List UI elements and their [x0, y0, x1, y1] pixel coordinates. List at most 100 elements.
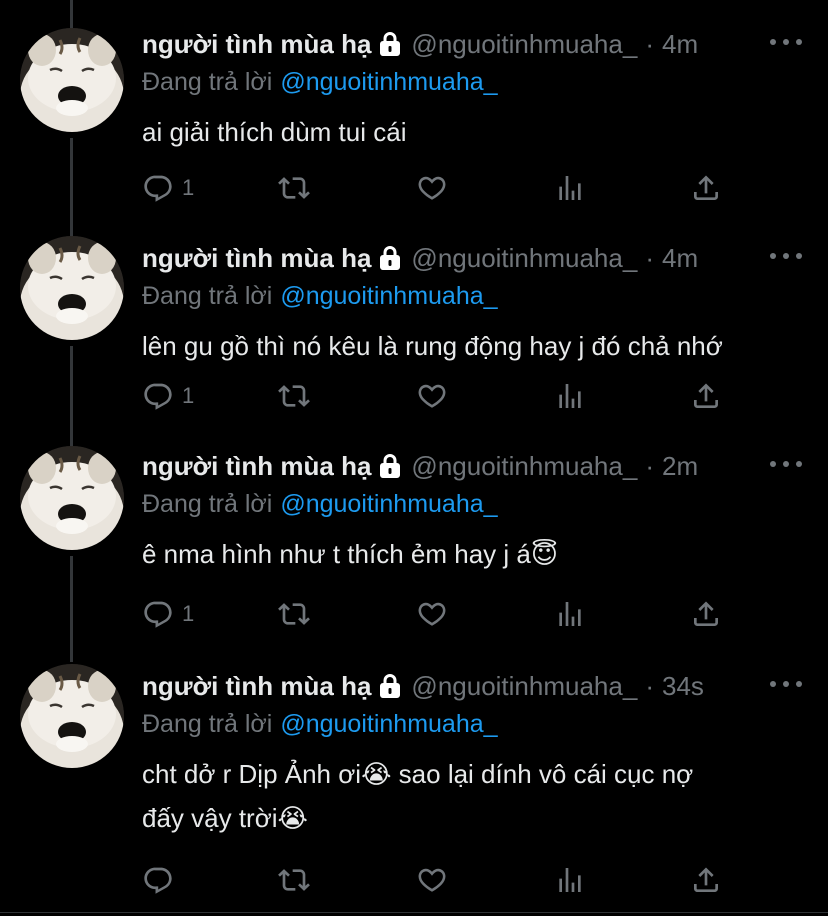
- user-handle[interactable]: @nguoitinhmuaha_: [411, 243, 637, 274]
- thread-connector: [70, 346, 73, 446]
- lock-icon: [379, 245, 401, 271]
- analytics-button[interactable]: [554, 596, 586, 632]
- user-handle[interactable]: @nguoitinhmuaha_: [411, 671, 637, 702]
- avatar[interactable]: [20, 28, 124, 132]
- reply-button[interactable]: 1: [142, 378, 194, 414]
- tweet-actions: [142, 862, 742, 898]
- timestamp[interactable]: 4m: [662, 243, 698, 274]
- tweet-actions: 1: [142, 170, 742, 206]
- heart-icon: [416, 380, 448, 412]
- replying-to-handle[interactable]: @nguoitinhmuaha_: [280, 68, 497, 96]
- avatar[interactable]: [20, 236, 124, 340]
- retweet-icon: [278, 380, 310, 412]
- divider: [0, 912, 828, 913]
- thread-connector: [70, 138, 73, 236]
- display-name[interactable]: người tình mùa hạ: [142, 243, 371, 274]
- replying-to-label: Đang trả lời: [142, 68, 273, 96]
- share-button[interactable]: [690, 862, 722, 898]
- reply-icon: [142, 598, 174, 630]
- replying-to-handle[interactable]: @nguoitinhmuaha_: [280, 490, 497, 518]
- share-button[interactable]: [690, 170, 722, 206]
- more-icon[interactable]: [770, 670, 802, 698]
- retweet-button[interactable]: [278, 862, 310, 898]
- analytics-icon: [554, 864, 586, 896]
- like-button[interactable]: [416, 596, 448, 632]
- more-icon[interactable]: [770, 450, 802, 478]
- heart-icon: [416, 598, 448, 630]
- tweet-actions: 1: [142, 378, 742, 414]
- lock-icon: [379, 453, 401, 479]
- thread-connector: [70, 556, 73, 662]
- reply-icon: [142, 172, 174, 204]
- share-icon: [690, 598, 722, 630]
- tweet-header: người tình mùa hạ @nguoitinhmuaha_ · 4m: [142, 24, 698, 64]
- analytics-icon: [554, 172, 586, 204]
- analytics-button[interactable]: [554, 862, 586, 898]
- user-handle[interactable]: @nguoitinhmuaha_: [411, 29, 637, 60]
- tweet-text: cht dở r Dịp Ảnh ơi😭 sao lại dính vô cái…: [142, 752, 812, 840]
- separator-dot: ·: [645, 242, 654, 273]
- retweet-button[interactable]: [278, 170, 310, 206]
- analytics-icon: [554, 380, 586, 412]
- share-button[interactable]: [690, 378, 722, 414]
- share-icon: [690, 380, 722, 412]
- replying-to: Đang trả lời @nguoitinhmuaha_: [142, 282, 498, 311]
- reply-button[interactable]: 1: [142, 596, 194, 632]
- reply-button[interactable]: [142, 862, 182, 898]
- replying-to: Đang trả lời @nguoitinhmuaha_: [142, 710, 498, 739]
- tweet-actions: 1: [142, 596, 742, 632]
- more-icon[interactable]: [770, 28, 802, 56]
- retweet-button[interactable]: [278, 596, 310, 632]
- replying-to-handle[interactable]: @nguoitinhmuaha_: [280, 710, 497, 738]
- timestamp[interactable]: 4m: [662, 29, 698, 60]
- like-button[interactable]: [416, 862, 448, 898]
- more-icon[interactable]: [770, 242, 802, 270]
- lock-icon: [379, 31, 401, 57]
- separator-dot: ·: [645, 28, 654, 59]
- separator-dot: ·: [645, 670, 654, 701]
- tweet-text: ê nma hình như t thích ẻm hay j á😇: [142, 539, 558, 569]
- retweet-icon: [278, 172, 310, 204]
- lock-icon: [379, 673, 401, 699]
- heart-icon: [416, 864, 448, 896]
- avatar[interactable]: [20, 446, 124, 550]
- display-name[interactable]: người tình mùa hạ: [142, 29, 371, 60]
- tweet-header: người tình mùa hạ @nguoitinhmuaha_ · 34s: [142, 666, 704, 706]
- analytics-button[interactable]: [554, 378, 586, 414]
- reply-count: 1: [182, 383, 195, 408]
- replying-to: Đang trả lời @nguoitinhmuaha_: [142, 68, 498, 97]
- replying-to-label: Đang trả lời: [142, 710, 273, 738]
- share-button[interactable]: [690, 596, 722, 632]
- replying-to-label: Đang trả lời: [142, 282, 273, 310]
- share-icon: [690, 172, 722, 204]
- tweet-text-line: cht dở r Dịp Ảnh ơi😭 sao lại dính vô cái…: [142, 759, 694, 789]
- heart-icon: [416, 172, 448, 204]
- display-name[interactable]: người tình mùa hạ: [142, 451, 371, 482]
- tweet-text-line: đấy vậy trời😭: [142, 803, 308, 833]
- reply-button[interactable]: 1: [142, 170, 194, 206]
- analytics-button[interactable]: [554, 170, 586, 206]
- analytics-icon: [554, 598, 586, 630]
- reply-icon: [142, 380, 174, 412]
- display-name[interactable]: người tình mùa hạ: [142, 671, 371, 702]
- user-handle[interactable]: @nguoitinhmuaha_: [411, 451, 637, 482]
- retweet-button[interactable]: [278, 378, 310, 414]
- reply-count: 1: [182, 175, 195, 200]
- tweet-header: người tình mùa hạ @nguoitinhmuaha_ · 2m: [142, 446, 698, 486]
- retweet-icon: [278, 864, 310, 896]
- like-button[interactable]: [416, 378, 448, 414]
- tweet-text: ai giải thích dùm tui cái: [142, 117, 407, 147]
- timestamp[interactable]: 34s: [662, 671, 704, 702]
- reply-count: 1: [182, 601, 195, 626]
- reply-icon: [142, 864, 174, 896]
- replying-to-label: Đang trả lời: [142, 490, 273, 518]
- separator-dot: ·: [645, 450, 654, 481]
- tweet-text: lên gu gồ thì nó kêu là rung động hay j …: [142, 331, 723, 361]
- timestamp[interactable]: 2m: [662, 451, 698, 482]
- replying-to-handle[interactable]: @nguoitinhmuaha_: [280, 282, 497, 310]
- avatar[interactable]: [20, 664, 124, 768]
- replying-to: Đang trả lời @nguoitinhmuaha_: [142, 490, 498, 519]
- like-button[interactable]: [416, 170, 448, 206]
- share-icon: [690, 864, 722, 896]
- retweet-icon: [278, 598, 310, 630]
